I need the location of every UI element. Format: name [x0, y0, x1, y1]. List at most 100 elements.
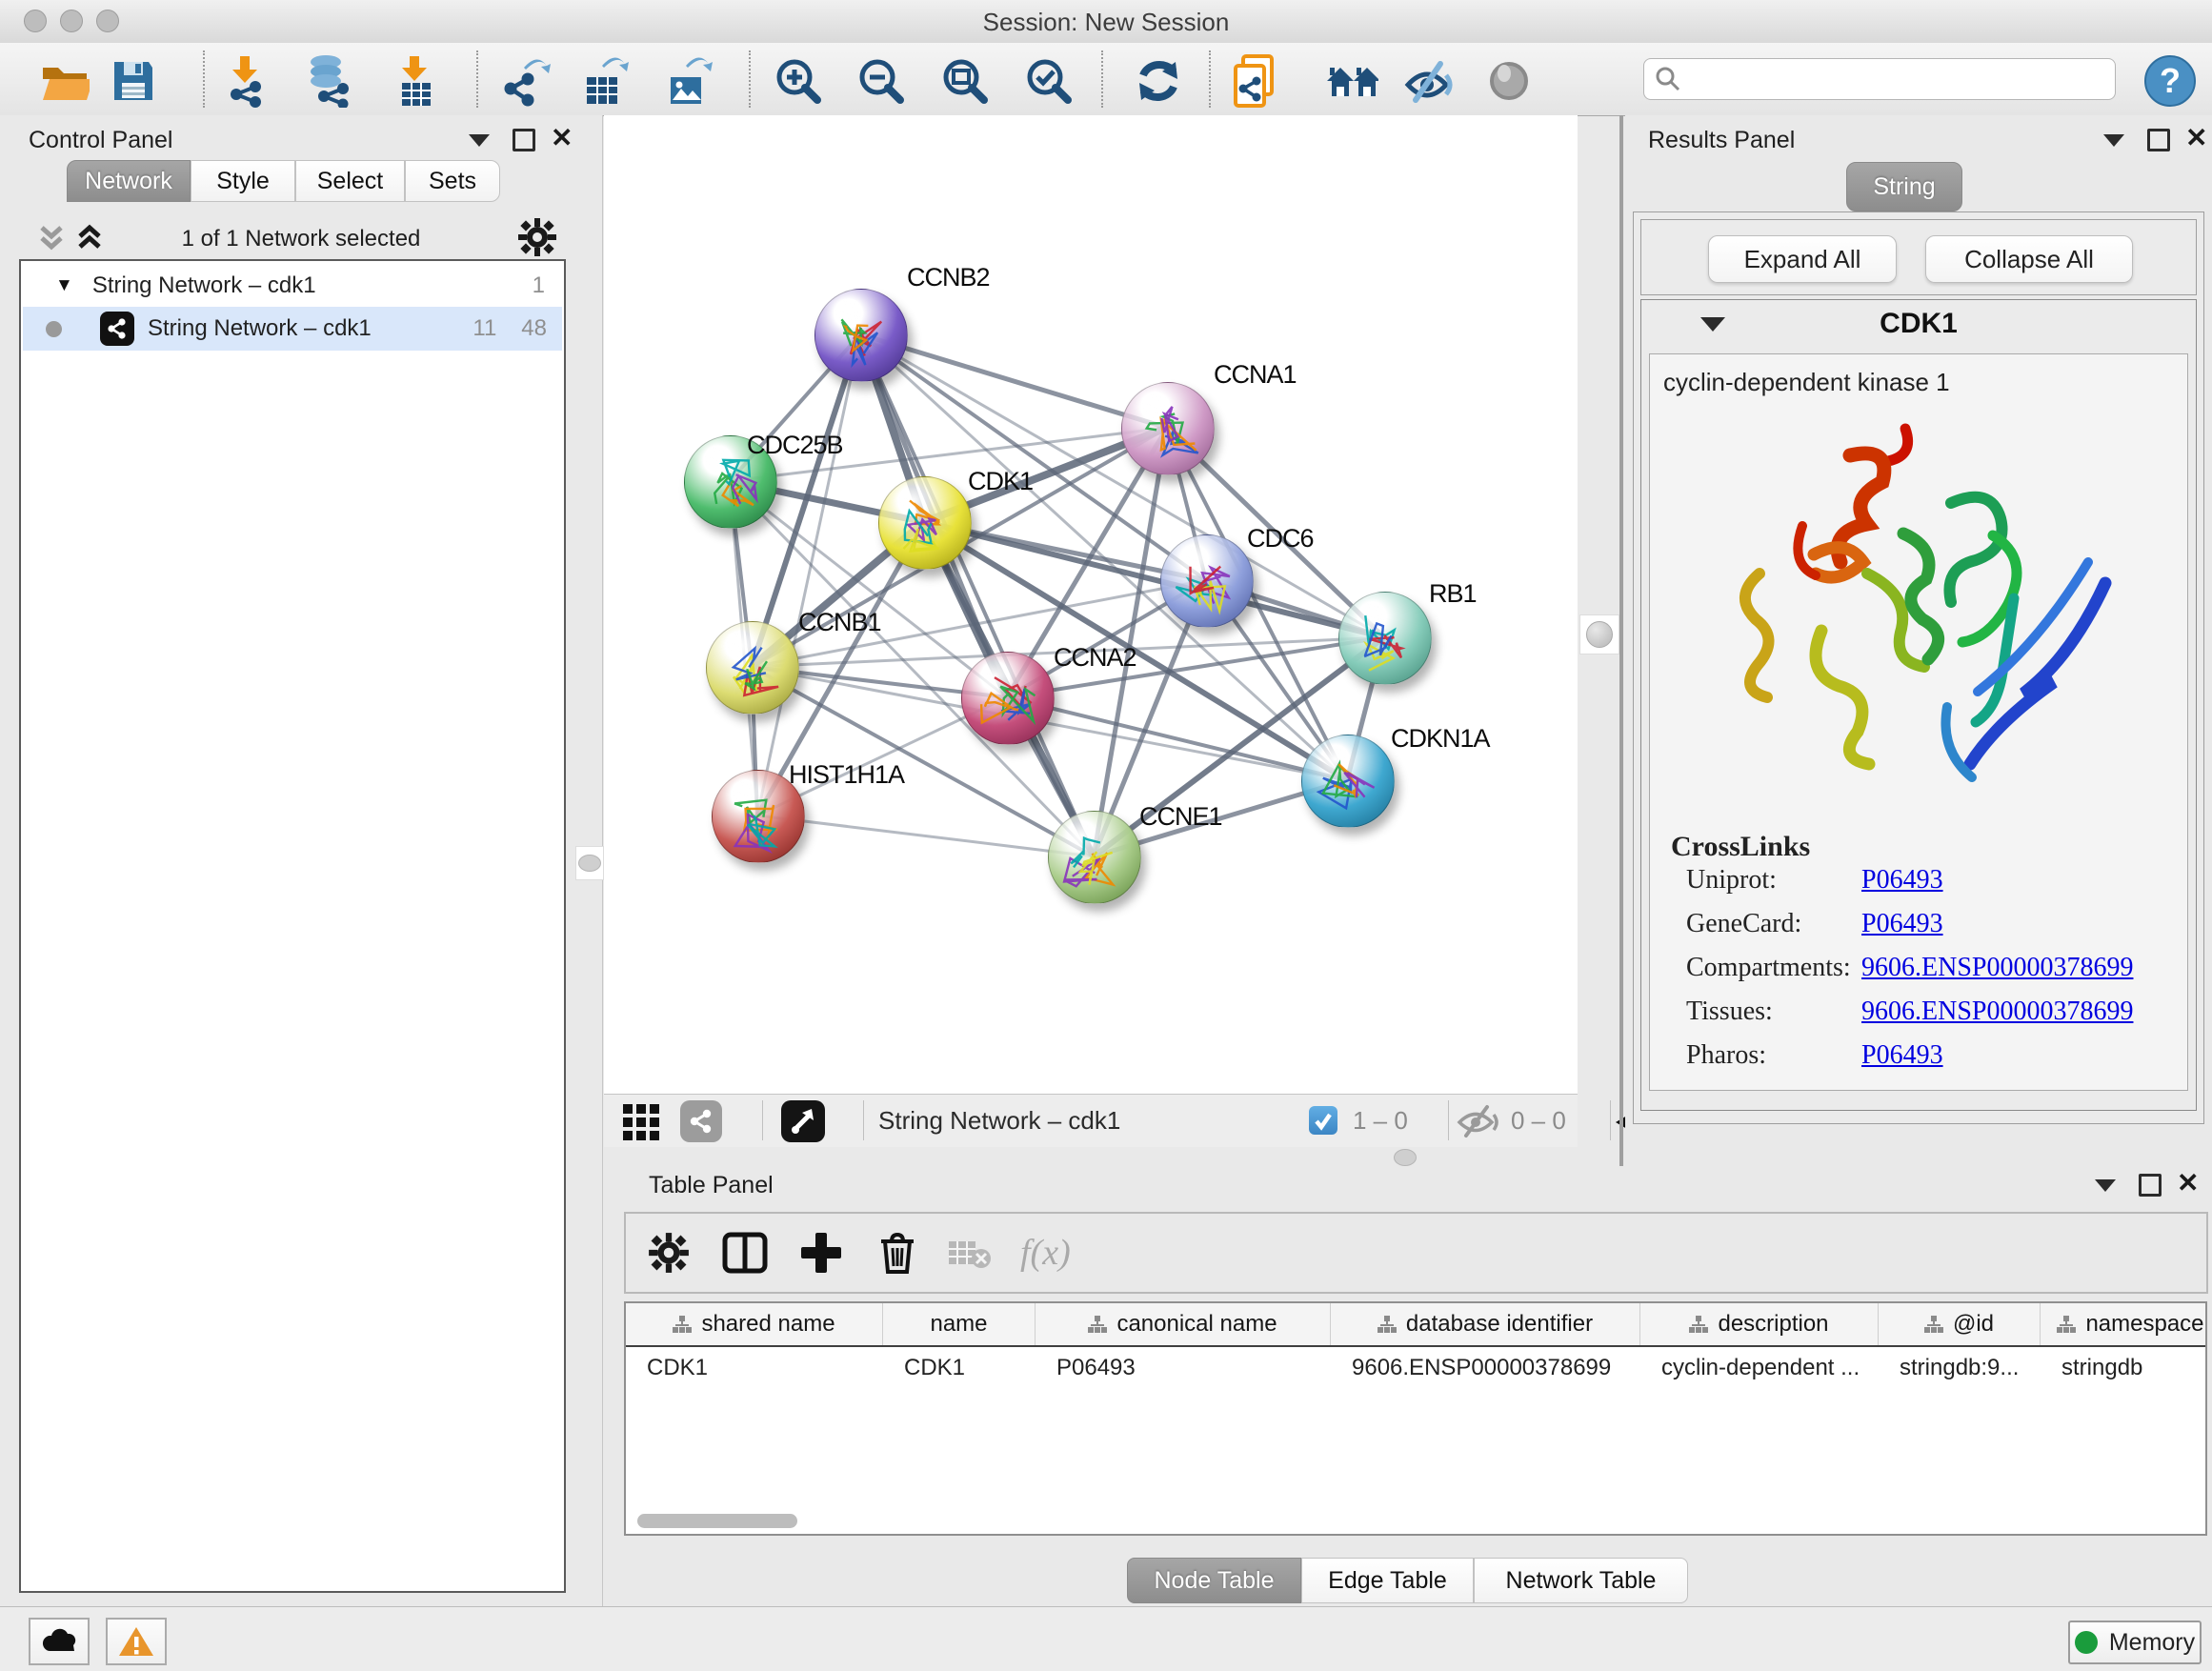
show-columns-icon[interactable]	[712, 1222, 778, 1283]
node-CCNA2[interactable]	[961, 652, 1055, 745]
export-table-icon[interactable]	[579, 54, 633, 108]
add-column-icon[interactable]	[788, 1222, 855, 1283]
zoom-in-icon[interactable]	[772, 54, 825, 108]
results-panel-float-icon[interactable]	[2147, 129, 2170, 151]
table-cell[interactable]: stringdb:9...	[1879, 1347, 2041, 1389]
export-network-icon[interactable]	[499, 54, 553, 108]
node-CDK1[interactable]	[878, 476, 972, 570]
results-panel-menu-icon[interactable]	[2103, 134, 2124, 147]
import-table-file-icon[interactable]	[389, 54, 442, 108]
right-splitter-handle[interactable]	[1579, 614, 1619, 654]
crosslink-link[interactable]: 9606.ENSP00000378699	[1861, 997, 2133, 1027]
control-panel-menu-icon[interactable]	[469, 134, 490, 147]
tab-select[interactable]: Select	[295, 160, 405, 202]
search-field[interactable]	[1643, 58, 2116, 100]
table-panel-close-icon[interactable]: ✕	[2177, 1174, 2199, 1193]
crosslink-link[interactable]: P06493	[1861, 909, 1943, 939]
gene-description: cyclin-dependent kinase 1	[1663, 368, 1950, 397]
column-tree-icon	[1088, 1315, 1107, 1334]
network-collection-row[interactable]: ▼ String Network – cdk1 1	[23, 265, 562, 307]
tab-network[interactable]: Network	[67, 160, 191, 202]
crosslink-link[interactable]: P06493	[1861, 865, 1943, 896]
toolbar-separator	[203, 50, 205, 108]
hide-selected-icon[interactable]	[1402, 54, 1456, 108]
table-cell[interactable]: CDK1	[626, 1347, 883, 1389]
selected-checkbox-icon[interactable]	[1309, 1106, 1337, 1135]
select-first-neighbors-icon[interactable]	[1230, 54, 1283, 108]
node-CCNB1[interactable]	[706, 621, 799, 715]
help-icon[interactable]: ?	[2143, 54, 2197, 108]
memory-status-dot	[2075, 1631, 2098, 1654]
node-RB1[interactable]	[1338, 592, 1432, 685]
column-header-canonical-name[interactable]: canonical name	[1036, 1303, 1331, 1345]
toolbar-separator	[1610, 1100, 1611, 1140]
search-input[interactable]	[1682, 65, 2105, 93]
crosslink-link[interactable]: 9606.ENSP00000378699	[1861, 953, 2133, 983]
column-tree-icon	[2057, 1315, 2076, 1334]
zoom-out-icon[interactable]	[855, 54, 908, 108]
left-splitter-handle[interactable]	[575, 846, 604, 880]
node-CDC6[interactable]	[1160, 534, 1254, 628]
zoom-selected-icon[interactable]	[1022, 54, 1076, 108]
table-row[interactable]: CDK1CDK1P064939606.ENSP00000378699cyclin…	[626, 1347, 2205, 1389]
column-header-database-identifier[interactable]: database identifier	[1331, 1303, 1640, 1345]
table-cell[interactable]: P06493	[1036, 1347, 1331, 1389]
table-cell[interactable]: cyclin-dependent ...	[1640, 1347, 1879, 1389]
results-panel-close-icon[interactable]: ✕	[2185, 129, 2207, 148]
column-header-description[interactable]: description	[1640, 1303, 1879, 1345]
apply-preferred-layout-icon[interactable]	[1132, 54, 1185, 108]
horizontal-scrollbar[interactable]	[637, 1514, 797, 1528]
tab-node-table[interactable]: Node Table	[1127, 1558, 1301, 1603]
tab-edge-table[interactable]: Edge Table	[1301, 1558, 1474, 1603]
table-panel-float-icon[interactable]	[2139, 1174, 2162, 1197]
control-panel-close-icon[interactable]: ✕	[551, 129, 573, 148]
tab-style[interactable]: Style	[191, 160, 295, 202]
network-options-gear-icon[interactable]	[516, 216, 558, 263]
birdseye-view-icon[interactable]	[781, 1100, 825, 1142]
node-CDKN1A[interactable]	[1301, 735, 1395, 828]
warning-status-button[interactable]	[106, 1618, 167, 1665]
collapse-all-button[interactable]: Collapse All	[1925, 235, 2133, 283]
string-view-icon[interactable]	[680, 1100, 722, 1142]
toggle-graphics-details-icon[interactable]	[1325, 54, 1378, 108]
crosslink-label: Pharos:	[1686, 1040, 1766, 1071]
node-CCNB2[interactable]	[814, 289, 908, 382]
tab-sets[interactable]: Sets	[405, 160, 500, 202]
control-panel-float-icon[interactable]	[513, 129, 535, 151]
memory-button[interactable]: Memory	[2068, 1621, 2202, 1664]
tab-network-table[interactable]: Network Table	[1474, 1558, 1688, 1603]
network-canvas[interactable]: CCNB2CCNA1CDC25BCDK1CDC6RB1CCNB1CCNA2CDK…	[604, 115, 1578, 1094]
node-table[interactable]: shared namenamecanonical namedatabase id…	[624, 1301, 2207, 1536]
network-row-selected[interactable]: String Network – cdk1 11 48	[23, 307, 562, 351]
save-session-icon[interactable]	[107, 54, 160, 108]
delete-column-icon[interactable]	[864, 1222, 931, 1283]
network-view-toolbar: String Network – cdk1 1 – 0 0 – 0	[604, 1094, 1578, 1147]
fit-content-icon[interactable]	[938, 54, 992, 108]
column-header--id[interactable]: @id	[1879, 1303, 2041, 1345]
main-toolbar: ?	[0, 43, 2212, 116]
table-cell[interactable]: CDK1	[883, 1347, 1036, 1389]
node-label-CDK1: CDK1	[968, 467, 1033, 496]
open-session-icon[interactable]	[38, 54, 91, 108]
cloud-status-button[interactable]	[29, 1618, 90, 1665]
show-all-hidden-icon[interactable]	[1482, 54, 1536, 108]
table-cell[interactable]: 9606.ENSP00000378699	[1331, 1347, 1640, 1389]
table-panel-menu-icon[interactable]	[2095, 1179, 2116, 1192]
table-settings-gear-icon[interactable]	[635, 1222, 702, 1283]
horizontal-splitter-handle[interactable]	[1394, 1149, 1417, 1166]
grid-view-icon[interactable]	[621, 1102, 661, 1145]
table-cell[interactable]: stringdb	[2041, 1347, 2212, 1389]
column-header-shared-name[interactable]: shared name	[626, 1303, 883, 1345]
tab-string[interactable]: String	[1846, 162, 1962, 211]
column-header-namespace[interactable]: namespace	[2041, 1303, 2212, 1345]
collection-expand-icon[interactable]: ▼	[55, 275, 73, 296]
column-header-name[interactable]: name	[883, 1303, 1036, 1345]
import-network-file-icon[interactable]	[219, 54, 272, 108]
node-CCNA1[interactable]	[1121, 382, 1215, 475]
node-CCNE1[interactable]	[1048, 811, 1141, 904]
crosslink-link[interactable]: P06493	[1861, 1040, 1943, 1071]
expand-all-button[interactable]: Expand All	[1708, 235, 1897, 283]
import-network-database-icon[interactable]	[301, 54, 354, 108]
export-image-icon[interactable]	[663, 54, 716, 108]
warning-icon	[117, 1625, 155, 1658]
